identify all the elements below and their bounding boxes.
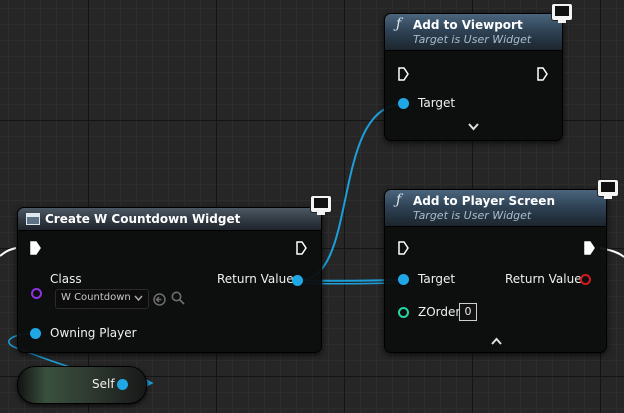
class-dropdown-value: W Countdown (61, 292, 131, 303)
node-subtitle: Target is User Widget (413, 33, 532, 46)
node-subtitle: Target is User Widget (413, 209, 532, 222)
node-title: Create W Countdown Widget (45, 212, 241, 226)
target-label: Target (418, 96, 456, 110)
exec-wire-in (0, 247, 17, 257)
exec-in-pin[interactable] (30, 241, 41, 255)
chevron-up-icon[interactable] (491, 335, 502, 348)
exec-out-pin[interactable] (584, 241, 595, 255)
class-label: Class (50, 272, 82, 286)
owning-player-pin[interactable] (30, 328, 41, 339)
return-value-label: Return Value (505, 272, 582, 286)
monitor-icon (311, 196, 331, 215)
chevron-down-icon[interactable] (468, 121, 479, 134)
use-selected-asset-icon[interactable] (153, 291, 166, 306)
class-dropdown[interactable]: W Countdown (55, 289, 149, 309)
zorder-pin[interactable] (398, 307, 409, 318)
node-title: Add to Viewport (413, 18, 523, 32)
zorder-input[interactable]: 0 (459, 303, 477, 321)
function-icon: ƒ (396, 16, 402, 32)
owning-player-label: Owning Player (50, 326, 137, 340)
return-value-pin[interactable] (580, 274, 591, 285)
self-pin[interactable] (117, 379, 128, 390)
class-pin[interactable] (31, 288, 42, 299)
chevron-down-icon (134, 291, 143, 308)
add-to-player-screen-node[interactable]: ƒ Add to Player Screen Target is User Wi… (384, 189, 607, 353)
exec-out-pin[interactable] (296, 241, 307, 255)
exec-in-pin[interactable] (398, 241, 409, 255)
widget-icon (26, 213, 40, 225)
target-pin[interactable] (398, 274, 409, 285)
exec-in-pin[interactable] (398, 67, 409, 81)
browse-search-icon[interactable] (171, 290, 185, 305)
exec-out-pin[interactable] (537, 67, 548, 81)
node-header[interactable]: ƒ Add to Viewport Target is User Widget (385, 14, 562, 51)
monitor-icon (552, 4, 572, 23)
node-title: Add to Player Screen (413, 194, 555, 208)
zorder-label: ZOrder (418, 305, 461, 319)
return-value-label: Return Value (217, 272, 294, 286)
return-value-pin[interactable] (292, 275, 303, 286)
self-label: Self (92, 377, 115, 391)
target-pin[interactable] (398, 98, 409, 109)
node-header[interactable]: ƒ Add to Player Screen Target is User Wi… (385, 190, 606, 227)
function-icon: ƒ (396, 192, 402, 208)
node-header[interactable]: Create W Countdown Widget (18, 208, 321, 231)
target-label: Target (418, 272, 456, 286)
monitor-icon (598, 180, 618, 199)
